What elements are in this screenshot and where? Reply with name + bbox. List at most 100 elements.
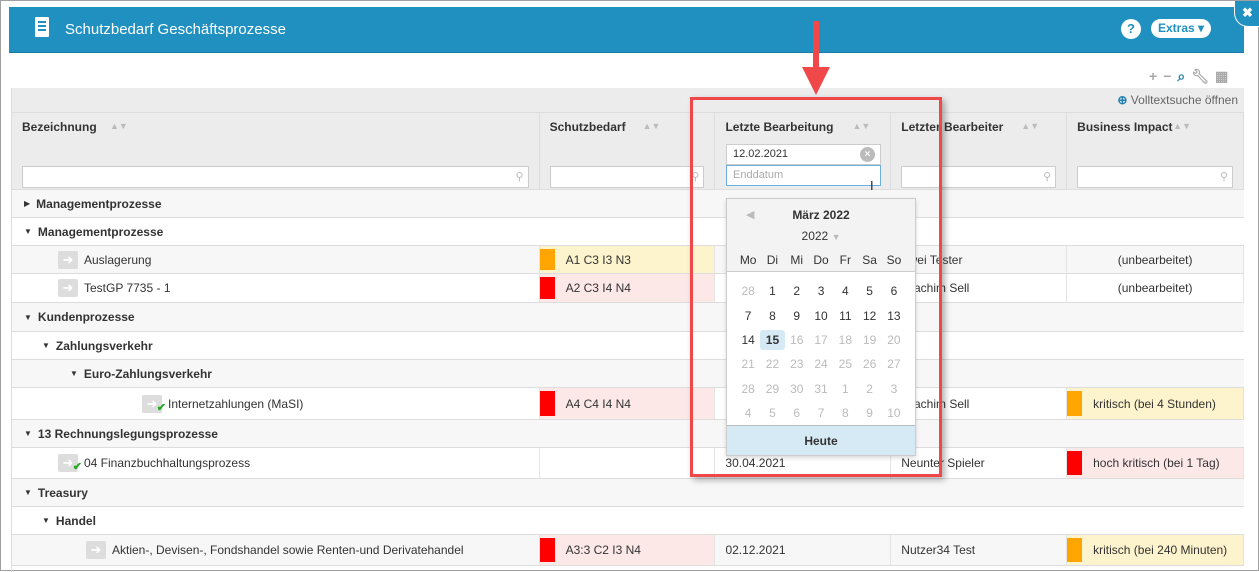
name-cell: ➜ ✔ Internetzahlungen (MaSI) — [12, 388, 540, 419]
process-arrow-icon: ➜ — [58, 279, 78, 297]
group-row[interactable]: ▼ Treasury — [12, 479, 1244, 507]
process-arrow-icon: ➜ — [86, 541, 106, 559]
collapse-icon[interactable]: ▼ — [24, 227, 32, 236]
extras-menu-button[interactable]: Extras ▾ — [1151, 19, 1211, 38]
group-name: Treasury — [37, 485, 88, 500]
group-row[interactable]: ▼ Kundenprozesse — [12, 303, 1244, 332]
group-row[interactable]: ▼ Managementprozesse — [12, 218, 1244, 246]
check-icon: ✔ — [72, 461, 82, 473]
help-button[interactable]: ? — [1121, 19, 1141, 39]
name-cell: ▶ Managementprozesse — [12, 190, 1244, 217]
check-icon: ✔ — [156, 401, 166, 414]
business-impact-value: hoch kritisch (bei 1 Tag) — [1093, 456, 1220, 470]
table-row: ➜ ✔ Internetzahlungen (MaSI) A4 C4 I4 N4 Joa… — [12, 388, 1245, 420]
group-row[interactable]: ▼ Zahlungsverkehr — [12, 332, 1244, 360]
column-label[interactable]: Schutzbedarf — [550, 120, 626, 134]
column-header-1: Bezeichnung ▲▼ ⚲ — [12, 113, 540, 189]
severity-indicator — [1067, 538, 1083, 562]
process-name[interactable]: 04 Finanzbuchhaltungsprozess — [84, 456, 250, 470]
column-filter-input[interactable]: ⚲ — [1077, 166, 1234, 188]
collapse-icon[interactable]: ▼ — [70, 369, 78, 378]
sort-icon[interactable]: ▲▼ — [1021, 121, 1039, 131]
search-icon: ⚲ — [515, 171, 524, 183]
sort-icon[interactable]: ▲▼ — [110, 121, 128, 131]
page-title: Schutzbedarf Geschäftsprozesse — [65, 21, 286, 38]
protection-value: A4 C4 I4 N4 — [565, 396, 631, 411]
process-name[interactable]: Internetzahlungen (MaSI) — [168, 397, 303, 411]
group-name: Managementprozesse — [37, 224, 164, 239]
last-editor: Nutzer34 Test — [901, 543, 976, 557]
group-row[interactable]: ▼ 13 Rechnungslegungsprozesse — [12, 420, 1244, 448]
business-impact-value: (unbearbeitet) — [1117, 281, 1193, 295]
group-name: Kundenprozesse — [37, 310, 135, 324]
close-button[interactable]: ✖ — [1234, 1, 1259, 27]
severity-indicator — [539, 277, 555, 299]
business-impact-value: kritisch (bei 4 Stunden) — [1093, 396, 1216, 411]
data-grid: ⊕ Volltextsuche öffnen Bezeichnung ▲▼ ⚲ Sch… — [11, 88, 1245, 572]
sort-icon[interactable]: ▲▼ — [643, 121, 661, 131]
column-label[interactable]: Business Impact — [1077, 120, 1172, 134]
protection-value: A2 C3 I4 N4 — [565, 281, 631, 295]
severity-indicator — [539, 538, 555, 562]
fulltext-search-label: Volltextsuche öffnen — [1130, 93, 1238, 107]
name-cell: ▼ Kundenprozesse — [12, 303, 1244, 331]
collapse-icon[interactable]: ▼ — [24, 429, 32, 438]
search-icon: ⚲ — [1219, 171, 1229, 183]
collapse-icon[interactable]: ▼ — [24, 488, 32, 497]
collapse-icon[interactable]: ▼ — [42, 516, 50, 525]
business-impact-cell: kritisch (bei 4 Stunden) — [1067, 388, 1245, 419]
business-impact-cell: (unbearbeitet) — [1067, 246, 1245, 273]
table-row: ➜ Auslagerung A1 C3 I3 N3 Zwei Tester (unbea… — [12, 246, 1245, 274]
calendar-icon[interactable]: ▦ — [1215, 68, 1228, 85]
expand-icon[interactable]: ▶ — [24, 199, 30, 208]
business-impact-cell: (unbearbeitet) — [1067, 274, 1245, 302]
column-filter-input[interactable]: ⚲ — [22, 166, 529, 188]
column-filter-input[interactable]: ⚲ — [549, 166, 705, 188]
process-name[interactable]: Aktien-, Devisen-, Fondshandel sowie Ren… — [112, 543, 464, 557]
process-name[interactable]: TestGP 7735 - 1 — [84, 281, 171, 295]
last-edit-date: 02.12.2021 — [725, 543, 786, 557]
minus-icon[interactable]: − — [1163, 68, 1171, 85]
group-name: 13 Rechnungslegungsprozesse — [37, 426, 218, 441]
group-row[interactable]: ▶ Managementprozesse — [12, 190, 1244, 218]
group-row[interactable]: ▼ Euro-Zahlungsverkehr — [12, 360, 1244, 388]
highlight-box — [690, 97, 942, 477]
annotation-arrowhead — [802, 67, 830, 95]
name-cell: ▼ Managementprozesse — [12, 218, 1244, 245]
business-impact-value: (unbearbeitet) — [1117, 252, 1193, 267]
name-cell: ➜ ✔ 04 Finanzbuchhaltungsprozess — [12, 448, 540, 478]
last-editor-cell: Nutzer34 Test — [891, 535, 1068, 565]
protection-cell: A3:3 C2 I3 N4 — [539, 535, 716, 565]
sort-icon[interactable]: ▲▼ — [1173, 121, 1191, 131]
column-label[interactable]: Bezeichnung — [22, 120, 97, 134]
group-name: Managementprozesse — [36, 196, 162, 211]
process-arrow-icon: ➜ ✔ — [142, 394, 166, 414]
fulltext-search-link[interactable]: ⊕ Volltextsuche öffnen — [1117, 93, 1238, 107]
wrench-icon[interactable]: 🔧︎ — [1191, 68, 1209, 85]
name-cell: ▼ Zahlungsverkehr — [12, 332, 1244, 359]
business-impact-cell: kritisch (bei 240 Minuten) — [1067, 535, 1244, 565]
column-header-5: Business Impact ▲▼ ⚲ — [1067, 113, 1245, 189]
document-icon — [35, 17, 49, 37]
table-row: ➜ ✔ 04 Finanzbuchhaltungsprozess 30.04.2021… — [12, 448, 1244, 479]
name-cell: ▼ 13 Rechnungslegungsprozesse — [12, 420, 1244, 447]
annotation-arrow — [813, 21, 819, 71]
table-row: ➜ TestGP 7735 - 1 A2 C3 I4 N4 Joachim Sell(… — [12, 274, 1245, 303]
business-impact-cell: hoch kritisch (bei 1 Tag) — [1067, 448, 1244, 478]
last-edit-date-cell: 02.12.2021 — [715, 535, 892, 565]
collapse-icon[interactable]: ▼ — [24, 313, 32, 322]
plus-icon[interactable]: + — [1149, 68, 1157, 85]
name-cell: ➜ TestGP 7735 - 1 — [12, 274, 540, 302]
name-cell: ➜ Auslagerung — [12, 246, 540, 273]
process-arrow-icon: ➜ ✔ — [58, 454, 82, 473]
window-header: Schutzbedarf Geschäftsprozesse ? Extras … — [9, 1, 1259, 53]
search-icon: ⚲ — [1043, 171, 1052, 183]
group-row[interactable]: ▼ Handel — [12, 507, 1244, 535]
group-name: Euro-Zahlungsverkehr — [83, 366, 212, 381]
name-cell: ▼ Treasury — [12, 479, 1244, 506]
collapse-icon[interactable]: ▼ — [42, 341, 50, 350]
search-icon[interactable]: ⌕ — [1177, 68, 1185, 85]
process-name[interactable]: Auslagerung — [84, 253, 151, 267]
severity-indicator — [1067, 391, 1083, 416]
name-cell: ▼ Euro-Zahlungsverkehr — [12, 360, 1244, 387]
